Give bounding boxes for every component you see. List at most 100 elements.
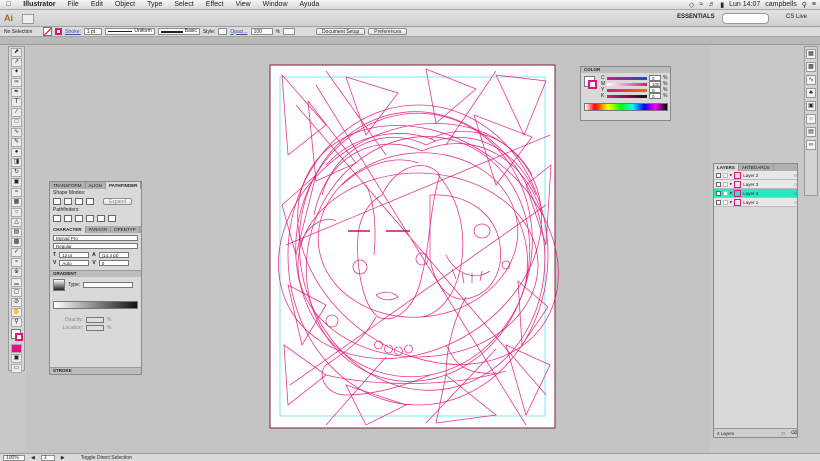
- brush-definition[interactable]: Basic: [157, 28, 200, 35]
- menu-window[interactable]: Window: [257, 0, 294, 9]
- menu-effect[interactable]: Effect: [200, 0, 230, 9]
- wifi-icon[interactable]: ≈: [699, 1, 703, 8]
- new-layer-icon[interactable]: □: [782, 431, 785, 436]
- perspective-grid-icon[interactable]: △: [11, 218, 22, 227]
- gradient-slider[interactable]: [53, 301, 138, 309]
- symbol-sprayer-icon[interactable]: ※: [11, 268, 22, 277]
- target-icon[interactable]: ○: [794, 182, 797, 187]
- tab-character[interactable]: CHARACTER: [50, 226, 86, 233]
- graphic-style-swatch[interactable]: [218, 28, 228, 35]
- appearance-icon[interactable]: ○: [806, 114, 816, 124]
- next-artboard-icon[interactable]: ▶: [61, 455, 65, 461]
- menu-object[interactable]: Object: [109, 0, 141, 9]
- value-k[interactable]: 0: [649, 93, 661, 99]
- target-icon[interactable]: ○: [794, 191, 797, 196]
- dropbox-icon[interactable]: ◇: [689, 1, 694, 9]
- stroke-weight-field[interactable]: 1 pt: [83, 28, 102, 35]
- blend-icon[interactable]: ∘: [11, 258, 22, 267]
- shape-builder-icon[interactable]: ○: [11, 208, 22, 217]
- stroke-swatch[interactable]: [55, 28, 62, 35]
- visibility-icon[interactable]: [716, 172, 721, 178]
- tab-layers[interactable]: LAYERS: [714, 164, 739, 171]
- crop-icon[interactable]: [86, 215, 94, 222]
- type-tool-icon[interactable]: T: [11, 98, 22, 107]
- symbols-icon[interactable]: ♣: [806, 88, 816, 98]
- layer-row[interactable]: ▸ Layer 3 ○: [714, 180, 797, 189]
- layer-row[interactable]: ▸ Layer 2 ○: [714, 171, 797, 180]
- visibility-icon[interactable]: [716, 181, 721, 187]
- kerning-field[interactable]: Auto: [59, 260, 90, 266]
- gradient-tool-icon[interactable]: ▩: [11, 238, 22, 247]
- opacity-field[interactable]: 100: [250, 28, 273, 35]
- lock-toggle[interactable]: [723, 190, 728, 196]
- pen-tool-icon[interactable]: ✒: [11, 88, 22, 97]
- artboard-tool-icon[interactable]: ▢: [11, 288, 22, 297]
- outline-icon[interactable]: [97, 215, 105, 222]
- first-artboard-icon[interactable]: ◀: [31, 455, 35, 461]
- volume-icon[interactable]: ♬: [708, 1, 715, 8]
- zoom-icon[interactable]: ⚲: [11, 318, 22, 327]
- slider-m[interactable]: [607, 82, 647, 86]
- gradient-header[interactable]: GRADIENT: [50, 270, 141, 277]
- arrange-icon[interactable]: [22, 14, 34, 24]
- menu-type[interactable]: Type: [141, 0, 168, 9]
- variable-width-profile[interactable]: Uniform: [104, 28, 155, 35]
- layer-name[interactable]: Layer 4: [743, 191, 792, 196]
- user-name[interactable]: campbells: [765, 1, 797, 8]
- tab-paragraph[interactable]: PARAGR: [86, 226, 112, 233]
- document-setup-button[interactable]: Document Setup: [316, 28, 366, 35]
- delete-layer-icon[interactable]: ⌫: [791, 430, 797, 436]
- graph-tool-icon[interactable]: ▁: [11, 278, 22, 287]
- color-guide-icon[interactable]: ▦: [806, 49, 816, 59]
- stroke-label[interactable]: Stroke:: [65, 29, 81, 35]
- color-mode-icon[interactable]: [11, 344, 22, 353]
- eraser-icon[interactable]: ◨: [11, 158, 22, 167]
- document-color-mode[interactable]: [283, 28, 296, 35]
- brush-icon[interactable]: ∿: [11, 128, 22, 137]
- line-tool-icon[interactable]: ∕: [11, 108, 22, 117]
- gradient-opacity-field[interactable]: [86, 317, 104, 323]
- apple-icon[interactable]: : [0, 0, 17, 9]
- minus-front-icon[interactable]: [64, 198, 72, 205]
- layer-row-selected[interactable]: ▸ Layer 4 ○: [714, 189, 797, 198]
- blob-brush-icon[interactable]: ●: [11, 148, 22, 157]
- list-icon[interactable]: ≡: [812, 1, 816, 8]
- trim-icon[interactable]: [64, 215, 72, 222]
- expand-arrow-icon[interactable]: ▸: [730, 181, 732, 187]
- leading-field[interactable]: (14.4 pt): [98, 252, 129, 258]
- gradient-location-field[interactable]: [86, 325, 104, 331]
- mesh-icon[interactable]: ▤: [11, 228, 22, 237]
- magic-wand-icon[interactable]: ✦: [11, 68, 22, 77]
- eyedropper-icon[interactable]: ✓: [11, 248, 22, 257]
- tab-pathfinder[interactable]: PATHFINDER: [106, 182, 142, 189]
- gradient-swatch[interactable]: [53, 279, 65, 291]
- cs-live-button[interactable]: CS Live: [786, 14, 807, 20]
- slider-k[interactable]: [607, 94, 647, 98]
- fill-swatch[interactable]: [43, 27, 52, 36]
- layer-name[interactable]: Layer 2: [743, 173, 792, 178]
- slider-y[interactable]: [607, 88, 647, 92]
- tab-opentype[interactable]: OPENTYP: [111, 226, 140, 233]
- tracking-field[interactable]: 0: [98, 260, 129, 266]
- selection-tool-icon[interactable]: ⬈: [11, 48, 22, 57]
- artboard-number-field[interactable]: 1: [40, 454, 55, 461]
- expand-arrow-icon[interactable]: ▸: [730, 190, 732, 196]
- rectangle-tool-icon[interactable]: □: [11, 118, 22, 127]
- menu-select[interactable]: Select: [168, 0, 199, 9]
- layer-name[interactable]: Layer 3: [743, 182, 792, 187]
- direct-selection-icon[interactable]: ↗: [11, 58, 22, 67]
- zoom-field[interactable]: 100%: [3, 454, 25, 461]
- menu-view[interactable]: View: [230, 0, 257, 9]
- links-icon[interactable]: ∞: [806, 140, 816, 150]
- expand-arrow-icon[interactable]: ▸: [730, 172, 732, 178]
- font-family-field[interactable]: Myriad Pro: [53, 235, 138, 241]
- visibility-icon[interactable]: [716, 199, 721, 205]
- target-icon[interactable]: ○: [794, 200, 797, 205]
- menu-edit[interactable]: Edit: [85, 0, 109, 9]
- drawing-mode-icon[interactable]: ▣: [11, 354, 22, 363]
- warp-icon[interactable]: ≈: [11, 188, 22, 197]
- slider-c[interactable]: [607, 76, 647, 80]
- menu-app[interactable]: Illustrator: [17, 0, 61, 9]
- fill-stroke-swatches[interactable]: [9, 329, 24, 343]
- font-size-field[interactable]: 12 pt: [59, 252, 90, 258]
